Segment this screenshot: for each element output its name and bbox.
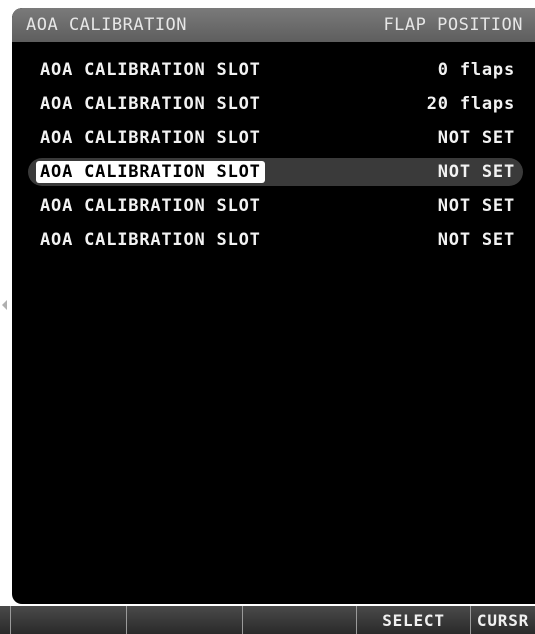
- column-header-flap-position: FLAP POSITION: [383, 15, 523, 35]
- list-item[interactable]: AOA CALIBRATION SLOT NOT SET: [28, 124, 523, 152]
- display-screen: AOA CALIBRATION FLAP POSITION AOA CALIBR…: [12, 8, 535, 604]
- slot-flap-value: NOT SET: [437, 128, 515, 148]
- slot-label: AOA CALIBRATION SLOT: [40, 94, 261, 114]
- cursor-softkey[interactable]: CURSR: [470, 606, 535, 634]
- slot-flap-value: 20 flaps: [426, 94, 515, 114]
- list-item-selected[interactable]: AOA CALIBRATION SLOT NOT SET: [28, 158, 523, 186]
- left-caret-icon: [2, 300, 7, 310]
- softkey-2[interactable]: [126, 606, 242, 634]
- slot-label: AOA CALIBRATION SLOT: [40, 230, 261, 250]
- title-bar: AOA CALIBRATION FLAP POSITION: [12, 8, 535, 42]
- slot-label-highlighted: AOA CALIBRATION SLOT: [36, 161, 265, 183]
- list-item[interactable]: AOA CALIBRATION SLOT NOT SET: [28, 192, 523, 220]
- list-item[interactable]: AOA CALIBRATION SLOT 0 flaps: [28, 56, 523, 84]
- calibration-slot-list: AOA CALIBRATION SLOT 0 flaps AOA CALIBRA…: [12, 42, 535, 602]
- slot-flap-value: NOT SET: [437, 230, 515, 250]
- slot-label: AOA CALIBRATION SLOT: [40, 128, 261, 148]
- select-softkey[interactable]: SELECT: [356, 606, 470, 634]
- slot-flap-value: NOT SET: [437, 162, 515, 182]
- slot-label: AOA CALIBRATION SLOT: [40, 196, 261, 216]
- softkey-1[interactable]: [10, 606, 126, 634]
- softkey-bar: SELECT CURSR: [0, 606, 535, 634]
- slot-label: AOA CALIBRATION SLOT: [40, 60, 261, 80]
- slot-flap-value: NOT SET: [437, 196, 515, 216]
- slot-flap-value: 0 flaps: [437, 60, 515, 80]
- list-item[interactable]: AOA CALIBRATION SLOT 20 flaps: [28, 90, 523, 118]
- list-item[interactable]: AOA CALIBRATION SLOT NOT SET: [28, 226, 523, 254]
- softkey-3[interactable]: [242, 606, 356, 634]
- page-title: AOA CALIBRATION: [26, 15, 188, 35]
